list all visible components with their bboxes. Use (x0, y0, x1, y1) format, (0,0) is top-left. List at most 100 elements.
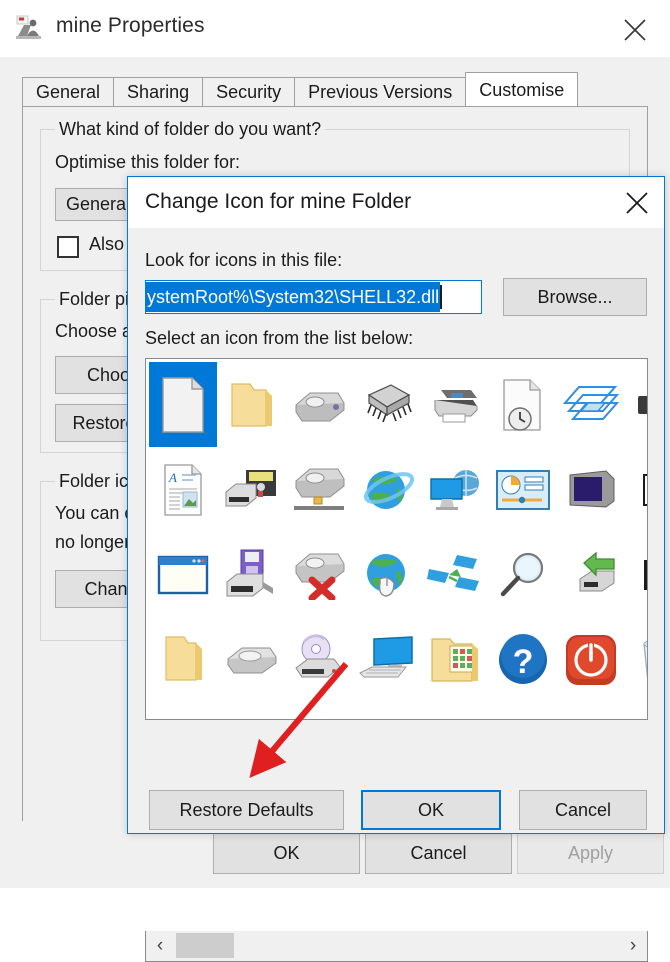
text-document-icon: A (164, 463, 202, 516)
network-drive-icon (294, 468, 345, 510)
close-icon[interactable] (612, 8, 658, 48)
icon-cell-network-computer[interactable] (421, 447, 489, 532)
window-icon (157, 555, 209, 594)
document-clock-icon (503, 378, 541, 431)
tab-general[interactable]: General (22, 77, 114, 107)
restore-defaults-button[interactable]: Restore Defaults (149, 790, 344, 830)
change-icon-cancel-button[interactable]: Cancel (519, 790, 647, 830)
icon-cell-monitor-moon[interactable] (557, 447, 625, 532)
icon-cell-stacked-windows[interactable] (557, 362, 625, 447)
icon-cell-disk-drive[interactable] (217, 617, 285, 702)
blank-document-icon (162, 376, 204, 433)
floppy-drive-h-icon (226, 549, 273, 596)
optimise-label: Optimise this folder for: (55, 152, 241, 172)
change-icon-titlebar: Change Icon for mine Folder (128, 177, 664, 228)
icon-cell-window[interactable] (149, 532, 217, 617)
icon-listbox[interactable]: A ? (145, 358, 648, 720)
folder-user-icon (14, 14, 44, 42)
stacked-windows-icon (562, 385, 620, 420)
icon-cell-network-nodes[interactable] (421, 532, 489, 617)
icon-cell-desktop-computer[interactable] (353, 617, 421, 702)
hard-drive-icon (295, 392, 345, 421)
icon-cell-printer[interactable] (421, 362, 489, 447)
folder-grid-icon (431, 637, 478, 682)
icon-cell-cd-drive[interactable] (285, 617, 353, 702)
tab-security[interactable]: Security (202, 77, 295, 107)
tab-sharing[interactable]: Sharing (113, 77, 203, 107)
disk-drive-icon (227, 647, 277, 673)
apply-subfolders-checkbox[interactable] (57, 236, 79, 258)
network-nodes-icon (427, 554, 479, 591)
icon-cell-memory-chip[interactable] (353, 362, 421, 447)
recycle-bin-icon (643, 640, 647, 679)
tabstrip: General Sharing Security Previous Versio… (22, 71, 579, 108)
scrollbar-thumb[interactable] (176, 933, 234, 958)
icon-cell-folder-grid[interactable] (421, 617, 489, 702)
clock-badge-icon (644, 559, 647, 590)
power-button-icon (566, 634, 616, 685)
svg-text:?: ? (513, 643, 534, 681)
change-icon-footer: Restore Defaults OK Cancel (128, 790, 664, 833)
look-for-icons-label: Look for icons in this file: (145, 250, 343, 270)
icon-cell-text-document[interactable]: A (149, 447, 217, 532)
icon-list-horizontal-scrollbar[interactable]: ‹ › (145, 931, 648, 962)
change-icon-ok-button[interactable]: OK (361, 790, 501, 830)
properties-window-title: mine Properties (56, 14, 205, 37)
icon-cell-hard-drive[interactable] (285, 362, 353, 447)
icon-cell-recycle-bin[interactable] (625, 617, 647, 702)
open-folder-icon (165, 635, 202, 681)
properties-apply-button: Apply (517, 832, 664, 874)
presentation-chart-icon (496, 469, 550, 510)
change-icon-dialog: Change Icon for mine Folder Look for ico… (127, 176, 665, 962)
desktop-computer-icon (359, 635, 413, 677)
plug-connector-icon (638, 395, 647, 414)
icon-file-path-value: ystemRoot%\System32\SHELL32.dll (146, 282, 441, 312)
icon-cell-folder[interactable] (217, 362, 285, 447)
network-computer-icon (430, 469, 479, 510)
properties-cancel-button[interactable]: Cancel (365, 832, 512, 874)
properties-titlebar: mine Properties (0, 0, 670, 57)
icon-cell-globe-mouse[interactable] (353, 532, 421, 617)
icon-cell-shortcut-arrow[interactable] (625, 447, 647, 532)
cd-drive-icon (295, 634, 341, 677)
icon-cell-floppy-drive-h[interactable] (217, 532, 285, 617)
group-folder-type-title: What kind of folder do you want? (55, 119, 326, 140)
tab-previous-versions[interactable]: Previous Versions (294, 77, 466, 107)
icon-cell-plug-connector[interactable] (625, 362, 647, 447)
tab-customise[interactable]: Customise (465, 72, 579, 108)
icon-cell-blank-document[interactable] (149, 362, 217, 447)
folder-icon (231, 382, 272, 427)
change-icon-body: Look for icons in this file: ystemRoot%\… (128, 228, 664, 962)
green-back-arrow-drive-icon (579, 551, 615, 591)
memory-chip-icon (367, 383, 412, 422)
icon-file-path-input[interactable]: ystemRoot%\System32\SHELL32.dll (145, 280, 482, 314)
icon-cell-power-button[interactable] (557, 617, 625, 702)
printer-icon (434, 389, 478, 422)
icon-cell-document-clock[interactable] (489, 362, 557, 447)
scroll-right-icon[interactable]: › (619, 931, 647, 960)
icon-cell-disconnected-drive[interactable] (285, 532, 353, 617)
disconnected-drive-icon (295, 553, 345, 600)
icon-cell-network-drive[interactable] (285, 447, 353, 532)
shortcut-arrow-icon (643, 473, 647, 506)
icon-cell-green-back-arrow-drive[interactable] (557, 532, 625, 617)
help-question-icon: ? (499, 633, 547, 684)
monitor-moon-icon (569, 469, 615, 508)
internet-globe-icon (363, 470, 415, 509)
globe-mouse-icon (367, 553, 405, 597)
icon-cell-floppy-media[interactable] (217, 447, 285, 532)
icon-cell-help-question[interactable]: ? (489, 617, 557, 702)
close-icon[interactable] (616, 182, 658, 220)
icon-cell-presentation-chart[interactable] (489, 447, 557, 532)
icon-cell-open-folder[interactable] (149, 617, 217, 702)
icon-cell-internet-globe[interactable] (353, 447, 421, 532)
icon-cell-clock-badge[interactable] (625, 532, 647, 617)
icon-cell-magnifier[interactable] (489, 532, 557, 617)
change-icon-dialog-title: Change Icon for mine Folder (145, 190, 412, 213)
magnifier-icon (500, 552, 544, 596)
browse-button[interactable]: Browse... (503, 278, 647, 316)
properties-ok-button[interactable]: OK (213, 832, 360, 874)
select-icon-label: Select an icon from the list below: (145, 328, 414, 348)
scroll-left-icon[interactable]: ‹ (146, 931, 174, 960)
floppy-media-icon (225, 469, 276, 506)
